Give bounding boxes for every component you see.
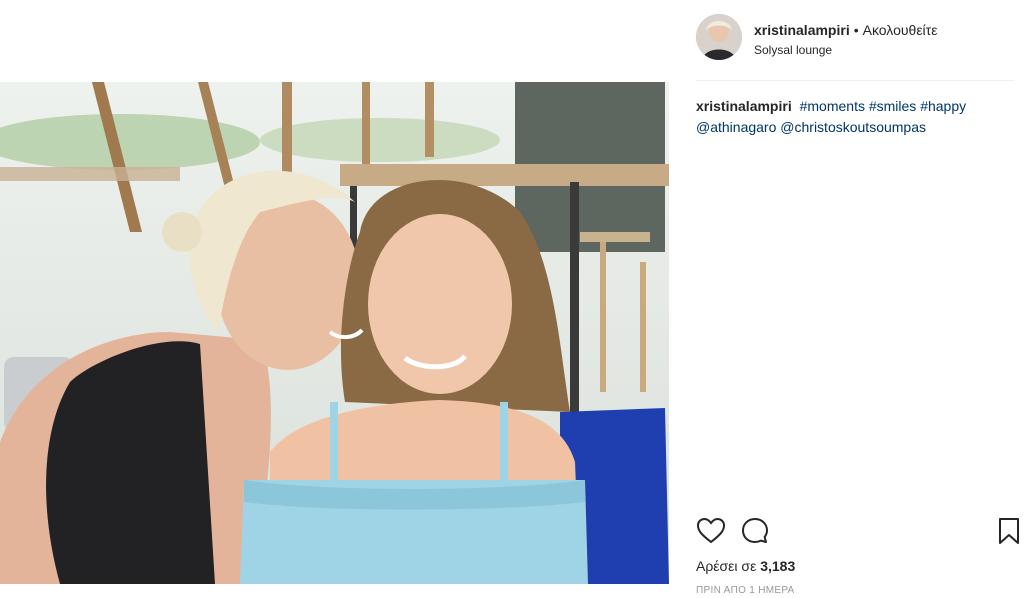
mention-link[interactable]: @christoskoutsoumpas	[780, 119, 926, 135]
likes-count[interactable]: Αρέσει σε 3,183	[696, 558, 795, 574]
hashtag-link[interactable]: #moments	[800, 98, 865, 114]
post-actions	[696, 516, 1019, 550]
post-sidebar: xristinalampiri • Ακολουθείτε Solysal loun…	[682, 0, 1024, 598]
separator-dot: •	[853, 22, 859, 38]
header-divider	[696, 80, 1014, 81]
location-link[interactable]: Solysal lounge	[754, 43, 832, 57]
heart-icon[interactable]	[696, 516, 726, 546]
username-line: xristinalampiri • Ακολουθείτε	[754, 22, 937, 38]
hashtag-link[interactable]: #smiles	[869, 98, 916, 114]
post-timestamp: ΠΡΙΝ ΑΠΟ 1 ΗΜΕΡΑ	[696, 585, 795, 596]
follow-status-button[interactable]: Ακολουθείτε	[863, 22, 938, 38]
bookmark-icon[interactable]	[994, 516, 1024, 546]
likes-number: 3,183	[760, 558, 796, 574]
post-media-panel	[0, 0, 669, 598]
likes-label: Αρέσει σε	[696, 558, 757, 574]
mention-link[interactable]: @athinagaro	[696, 119, 776, 135]
post-header: xristinalampiri • Ακολουθείτε Solysal loun…	[696, 14, 1016, 64]
post-photo[interactable]	[0, 82, 669, 584]
avatar[interactable]	[696, 14, 742, 60]
comment-icon[interactable]	[740, 516, 770, 546]
username-link[interactable]: xristinalampiri	[754, 22, 850, 38]
post-photo-illustration	[0, 82, 669, 584]
caption-username-link[interactable]: xristinalampiri	[696, 98, 792, 114]
avatar-image	[696, 14, 742, 60]
hashtag-link[interactable]: #happy	[920, 98, 966, 114]
post-caption: xristinalampiri #moments #smiles #happy …	[696, 96, 1014, 138]
